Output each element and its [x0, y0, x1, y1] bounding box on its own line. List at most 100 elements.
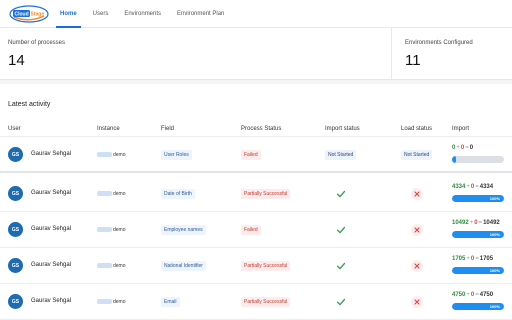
total-count: 10492 — [483, 220, 500, 226]
process-status-badge: Partially Successful — [241, 189, 291, 199]
redacted-instance-prefix — [97, 152, 112, 157]
import-counts: 4750+0=4750 — [452, 292, 493, 298]
main-nav: Home Users Environments Environment Plan — [52, 0, 232, 28]
user-name: Gaurav Sehgal — [31, 190, 72, 196]
stat-card-environments: Environments Configured 11 — [392, 28, 512, 80]
svg-text:Cloud: Cloud — [15, 12, 29, 18]
field-badge: Employee names — [161, 225, 206, 235]
instance-label: demo — [113, 226, 126, 233]
instance-label: demo — [113, 190, 126, 197]
nav-tab-home[interactable]: Home — [52, 0, 85, 28]
cross-icon — [411, 260, 423, 272]
cloudstage-logo[interactable]: Cloud Stage — [8, 3, 50, 25]
load-status-cell — [401, 188, 435, 200]
import-counts: 1705+0=1705 — [452, 256, 493, 262]
import-counts: 4334+0=4334 — [452, 184, 493, 190]
redacted-instance-prefix — [97, 263, 112, 268]
column-header-import: Import — [452, 126, 470, 132]
equals-sign: = — [478, 220, 483, 226]
check-icon — [335, 188, 347, 200]
process-status-badge: Partially Successful — [241, 261, 291, 271]
import-progress-fill: 100% — [452, 231, 504, 238]
import-status-cell — [325, 188, 363, 200]
column-header-load-status: Load status — [401, 126, 433, 132]
column-header-import-status: Import status — [325, 126, 360, 132]
column-header-user: User — [8, 126, 21, 132]
cross-icon — [411, 224, 423, 236]
equals-sign: = — [475, 256, 479, 262]
instance-name: demo — [97, 150, 126, 159]
failed-count: 0 — [474, 220, 478, 226]
column-header-field: Field — [161, 126, 175, 132]
import-counts: 10492+0=10492 — [452, 220, 500, 226]
success-count: 4750 — [452, 292, 466, 298]
import-counts: 0+0=0 — [452, 145, 473, 151]
import-status-badge: Not Started — [325, 150, 357, 160]
nav-tab-environments[interactable]: Environments — [116, 0, 169, 28]
instance-name: demo — [97, 225, 126, 234]
failed-count: 0 — [470, 292, 475, 298]
column-header-instance: Instance — [97, 126, 120, 132]
total-count: 4750 — [479, 292, 494, 298]
stats-panel: Number of processes 14 Environments Conf… — [0, 28, 512, 80]
field-badge: National Identifier — [161, 261, 206, 271]
stat-card-processes: Number of processes 14 — [0, 28, 392, 80]
stat-value: 11 — [405, 52, 421, 69]
process-status-badge: Partially Successful — [241, 297, 291, 307]
failed-count: 0 — [470, 256, 475, 262]
equals-sign: = — [475, 292, 479, 298]
user-name: Gaurav Sehgal — [31, 151, 72, 157]
instance-label: demo — [113, 262, 126, 269]
check-icon — [335, 260, 347, 272]
import-status-cell: Not Started — [325, 149, 363, 161]
import-status-cell — [325, 224, 363, 236]
stat-value: 14 — [8, 52, 25, 69]
plus-sign: + — [469, 220, 474, 226]
table-row[interactable]: GS Gaurav Sehgal demo User Roles Failed … — [0, 137, 512, 173]
plus-sign: + — [456, 145, 460, 151]
import-progress-fill: 100% — [452, 303, 504, 310]
redacted-instance-prefix — [97, 299, 112, 304]
failed-count: 0 — [470, 184, 475, 190]
import-progress-fill: 100% — [452, 267, 504, 274]
user-name: Gaurav Sehgal — [31, 262, 72, 268]
stat-label: Environments Configured — [405, 40, 473, 46]
equals-sign: = — [465, 145, 469, 151]
avatar: GS — [8, 294, 23, 309]
plus-sign: + — [466, 292, 470, 298]
load-status-cell — [401, 296, 435, 308]
table-row[interactable]: GS Gaurav Sehgal demo National Identifie… — [0, 248, 512, 284]
success-count: 0 — [452, 145, 456, 151]
avatar: GS — [8, 258, 23, 273]
plus-sign: + — [466, 184, 470, 190]
import-progress-fill — [452, 156, 456, 163]
success-count: 4334 — [452, 184, 466, 190]
check-icon — [335, 296, 347, 308]
nav-tab-environment-plan[interactable]: Environment Plan — [169, 0, 232, 28]
instance-name: demo — [97, 189, 126, 198]
import-progress-bar: 100% — [452, 267, 504, 274]
import-progress-fill: 100% — [452, 195, 504, 202]
avatar: GS — [8, 147, 23, 162]
process-status-badge: Failed — [241, 150, 261, 160]
nav-tab-users[interactable]: Users — [85, 0, 117, 28]
section-title: Latest activity — [8, 101, 51, 108]
load-status-cell — [401, 260, 435, 272]
field-badge: Email — [161, 297, 180, 307]
import-progress-bar: 100% — [452, 303, 504, 310]
table-row[interactable]: GS Gaurav Sehgal demo Date of Birth Part… — [0, 176, 512, 212]
import-progress-bar — [452, 156, 504, 163]
avatar: GS — [8, 186, 23, 201]
success-count: 1705 — [452, 256, 466, 262]
avatar: GS — [8, 222, 23, 237]
check-icon — [335, 224, 347, 236]
import-progress-bar: 100% — [452, 231, 504, 238]
table-row[interactable]: GS Gaurav Sehgal demo Employee names Fai… — [0, 212, 512, 248]
import-progress-bar: 100% — [452, 195, 504, 202]
instance-name: demo — [97, 261, 126, 270]
svg-text:Stage: Stage — [31, 12, 45, 18]
table-row[interactable]: GS Gaurav Sehgal demo Email Partially Su… — [0, 284, 512, 320]
success-count: 10492 — [452, 220, 469, 226]
instance-name: demo — [97, 297, 126, 306]
total-count: 0 — [469, 145, 474, 151]
